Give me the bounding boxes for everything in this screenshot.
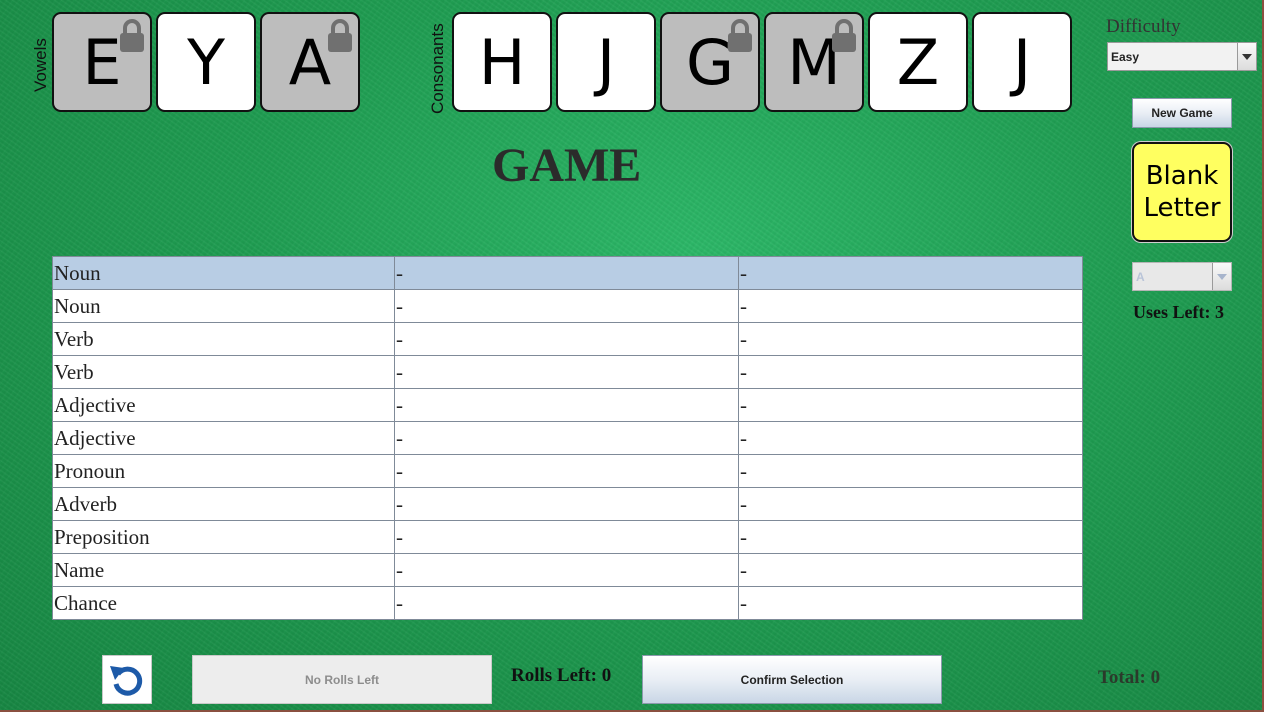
blank-letter-select[interactable]: A bbox=[1132, 262, 1232, 291]
word-cell[interactable]: - bbox=[394, 355, 739, 389]
word-cell[interactable]: - bbox=[394, 520, 739, 554]
consonant-tiles: HJGMZJ bbox=[452, 12, 1076, 112]
chevron-down-icon[interactable] bbox=[1237, 43, 1256, 70]
confirm-selection-button[interactable]: Confirm Selection bbox=[642, 655, 942, 704]
vowel-tiles: EYA bbox=[52, 12, 364, 112]
lock-icon bbox=[728, 19, 752, 52]
word-cell[interactable]: - bbox=[738, 388, 1083, 422]
game-board: Vowels EYA Consonants HJGMZJ GAME Diffic… bbox=[0, 0, 1264, 712]
table-row[interactable]: Adjective - - bbox=[52, 421, 1083, 455]
difficulty-value: Easy bbox=[1111, 49, 1140, 64]
table-row[interactable]: Noun - - bbox=[52, 289, 1083, 323]
blank-letter-value: A bbox=[1136, 269, 1145, 284]
new-game-button[interactable]: New Game bbox=[1132, 98, 1232, 128]
table-row[interactable]: Noun - - bbox=[52, 256, 1083, 290]
table-row[interactable]: Preposition - - bbox=[52, 520, 1083, 554]
blank-letter-line1: Blank bbox=[1145, 161, 1219, 191]
word-cell[interactable]: - bbox=[738, 586, 1083, 620]
uses-left-counter: Uses Left: 3 bbox=[1133, 302, 1224, 322]
table-row[interactable]: Verb - - bbox=[52, 355, 1083, 389]
category-cell[interactable]: Name bbox=[52, 553, 395, 587]
roll-button[interactable]: No Rolls Left bbox=[192, 655, 492, 704]
vowels-tile-2[interactable]: A bbox=[260, 12, 360, 112]
category-cell[interactable]: Pronoun bbox=[52, 454, 395, 488]
tile-letter: J bbox=[1012, 25, 1032, 99]
tile-letter: H bbox=[478, 25, 526, 99]
word-cell[interactable]: - bbox=[394, 586, 739, 620]
word-cell[interactable]: - bbox=[394, 289, 739, 323]
score-table: Noun - - Noun - - Verb - - Verb - - Adjective - - Adjec… bbox=[52, 256, 1083, 620]
page-title: GAME bbox=[492, 139, 642, 192]
word-cell[interactable]: - bbox=[394, 553, 739, 587]
word-cell[interactable]: - bbox=[394, 421, 739, 455]
table-row[interactable]: Pronoun - - bbox=[52, 454, 1083, 488]
undo-icon bbox=[110, 665, 143, 696]
word-cell[interactable]: - bbox=[394, 256, 739, 290]
table-row[interactable]: Adverb - - bbox=[52, 487, 1083, 521]
consonants-label: Consonants bbox=[428, 23, 447, 114]
word-cell[interactable]: - bbox=[394, 454, 739, 488]
category-cell[interactable]: Chance bbox=[52, 586, 395, 620]
consonants-tile-0[interactable]: H bbox=[452, 12, 552, 112]
blank-letter-button[interactable]: Blank Letter bbox=[1132, 142, 1232, 242]
tile-letter: E bbox=[82, 25, 122, 99]
lock-icon bbox=[328, 19, 352, 52]
word-cell[interactable]: - bbox=[738, 454, 1083, 488]
undo-button[interactable] bbox=[102, 655, 152, 704]
category-cell[interactable]: Verb bbox=[52, 355, 395, 389]
word-cell[interactable]: - bbox=[738, 520, 1083, 554]
consonants-tile-3[interactable]: M bbox=[764, 12, 864, 112]
table-row[interactable]: Chance - - bbox=[52, 586, 1083, 620]
difficulty-select[interactable]: Easy bbox=[1107, 42, 1257, 71]
lock-icon bbox=[832, 19, 856, 52]
total-score: Total: 0 bbox=[1098, 667, 1161, 688]
difficulty-label: Difficulty bbox=[1106, 16, 1181, 37]
consonants-tile-4[interactable]: Z bbox=[868, 12, 968, 112]
vowels-label: Vowels bbox=[31, 38, 50, 92]
consonants-tile-5[interactable]: J bbox=[972, 12, 1072, 112]
word-cell[interactable]: - bbox=[738, 256, 1083, 290]
table-row[interactable]: Verb - - bbox=[52, 322, 1083, 356]
category-cell[interactable]: Adverb bbox=[52, 487, 395, 521]
word-cell[interactable]: - bbox=[738, 421, 1083, 455]
category-cell[interactable]: Adjective bbox=[52, 388, 395, 422]
table-row[interactable]: Adjective - - bbox=[52, 388, 1083, 422]
word-cell[interactable]: - bbox=[394, 388, 739, 422]
tile-letter: Z bbox=[896, 25, 940, 99]
word-cell[interactable]: - bbox=[394, 487, 739, 521]
lock-icon bbox=[120, 19, 144, 52]
category-cell[interactable]: Preposition bbox=[52, 520, 395, 554]
vowels-tile-0[interactable]: E bbox=[52, 12, 152, 112]
consonants-tile-2[interactable]: G bbox=[660, 12, 760, 112]
blank-letter-line2: Letter bbox=[1143, 193, 1221, 223]
word-cell[interactable]: - bbox=[738, 322, 1083, 356]
tile-letter: Y bbox=[187, 25, 225, 99]
category-cell[interactable]: Adjective bbox=[52, 421, 395, 455]
chevron-down-icon[interactable] bbox=[1212, 263, 1231, 290]
category-cell[interactable]: Noun bbox=[52, 256, 395, 290]
word-cell[interactable]: - bbox=[738, 487, 1083, 521]
tile-letter: J bbox=[596, 25, 616, 99]
category-cell[interactable]: Verb bbox=[52, 322, 395, 356]
consonants-tile-1[interactable]: J bbox=[556, 12, 656, 112]
word-cell[interactable]: - bbox=[394, 322, 739, 356]
word-cell[interactable]: - bbox=[738, 355, 1083, 389]
word-cell[interactable]: - bbox=[738, 553, 1083, 587]
vowels-tile-1[interactable]: Y bbox=[156, 12, 256, 112]
category-cell[interactable]: Noun bbox=[52, 289, 395, 323]
table-row[interactable]: Name - - bbox=[52, 553, 1083, 587]
word-cell[interactable]: - bbox=[738, 289, 1083, 323]
rolls-left-counter: Rolls Left: 0 bbox=[511, 665, 612, 686]
